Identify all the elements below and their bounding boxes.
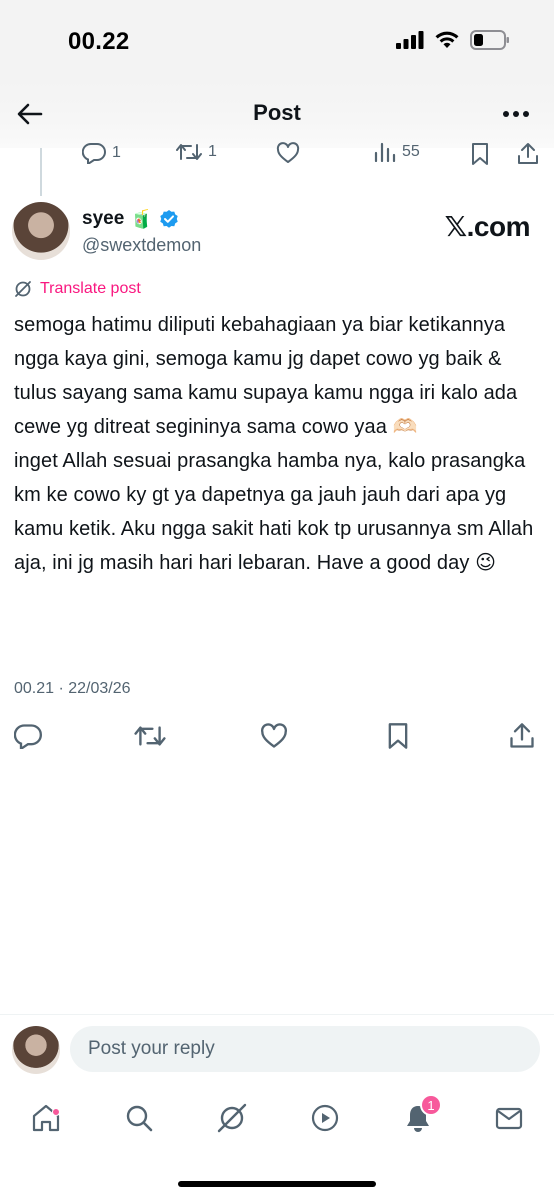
prev-bookmark-button[interactable] [470, 142, 490, 166]
author-name: syee [82, 208, 125, 229]
home-badge-dot [52, 1108, 60, 1116]
translate-post-button[interactable]: Translate post [14, 280, 141, 298]
share-button[interactable] [506, 720, 538, 752]
tab-home[interactable] [26, 1098, 66, 1138]
prev-views-button[interactable]: 55 [374, 142, 420, 162]
share-icon [518, 143, 538, 164]
prev-like-button[interactable] [276, 142, 300, 164]
home-indicator[interactable] [178, 1181, 376, 1187]
prev-repost-button[interactable]: 1 [176, 142, 217, 162]
author-info[interactable]: syee 🧃 @swextdemon [82, 208, 201, 256]
thread-line [40, 148, 42, 196]
bottom-tab-bar: 1 [0, 1084, 554, 1154]
more-icon [503, 111, 529, 117]
notifications-badge: 1 [420, 1094, 442, 1116]
prev-repost-count: 1 [208, 143, 217, 160]
signal-icon [396, 31, 424, 49]
tab-notifications[interactable]: 1 [398, 1094, 442, 1138]
author-avatar[interactable] [12, 202, 70, 260]
translate-label: Translate post [40, 280, 141, 297]
video-icon [311, 1104, 339, 1132]
prev-reply-button[interactable]: 1 [82, 142, 121, 164]
views-icon [374, 142, 396, 162]
author-handle: @swextdemon [82, 235, 202, 255]
like-button[interactable] [258, 720, 290, 752]
author-name-emoji: 🧃 [130, 208, 153, 229]
more-button[interactable] [500, 102, 532, 126]
share-icon [510, 723, 534, 748]
like-icon [261, 723, 287, 748]
wifi-icon [435, 31, 459, 48]
verified-badge-icon [160, 210, 178, 228]
repost-icon [176, 144, 202, 160]
reply-input[interactable]: Post your reply [70, 1026, 540, 1072]
page-title: Post [253, 100, 301, 125]
reply-bar: Post your reply [0, 1014, 554, 1084]
messages-icon [495, 1107, 523, 1130]
status-bar: 00.22 [0, 0, 554, 80]
reply-button[interactable] [12, 720, 44, 752]
tweet-text: semoga hatimu diliputi kebahagiaan ya bi… [14, 314, 534, 574]
status-icons [396, 30, 510, 50]
bookmark-icon [388, 723, 408, 749]
tab-video[interactable] [305, 1098, 345, 1138]
battery-icon [470, 30, 509, 50]
translate-icon [15, 281, 31, 297]
tab-search[interactable] [119, 1098, 159, 1138]
search-icon [126, 1105, 153, 1132]
author-name-row: syee 🧃 [82, 208, 201, 230]
repost-icon [134, 726, 166, 746]
tab-grok[interactable] [212, 1098, 252, 1138]
repost-button[interactable] [134, 720, 166, 752]
prev-reply-count: 1 [112, 144, 121, 161]
grok-icon [217, 1103, 247, 1133]
reply-icon [14, 724, 42, 749]
tweet-actions [0, 720, 554, 756]
page-header: Post [0, 80, 554, 148]
reply-icon [82, 142, 106, 164]
my-avatar[interactable] [12, 1026, 60, 1074]
status-time: 00.22 [68, 28, 130, 55]
prev-share-button[interactable] [516, 142, 540, 166]
tab-messages[interactable] [489, 1098, 529, 1138]
bookmark-icon [472, 143, 488, 165]
x-watermark: 𝕏.com [444, 211, 531, 242]
like-icon [276, 142, 300, 163]
tweet-timestamp: 00.21 · 22/03/26 [14, 680, 131, 697]
bookmark-button[interactable] [382, 720, 414, 752]
prev-view-count: 55 [402, 143, 420, 160]
